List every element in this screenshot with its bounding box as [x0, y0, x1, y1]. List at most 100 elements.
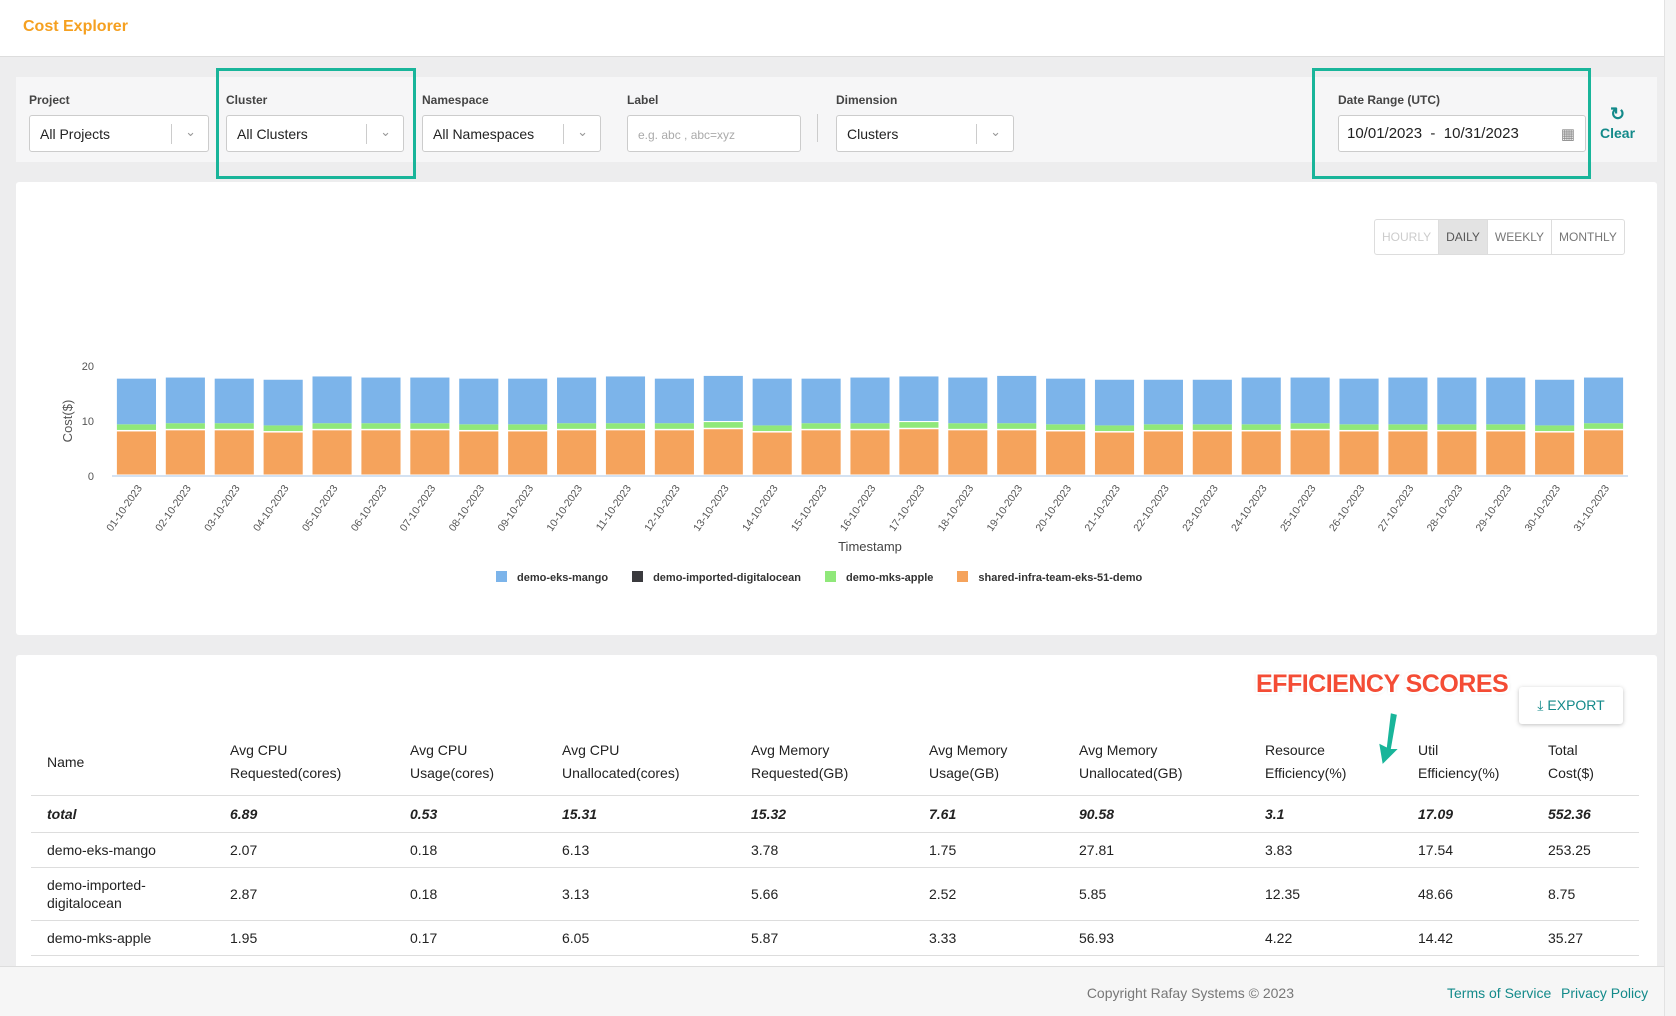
bar-segment — [312, 376, 352, 424]
column-header-line: Usage(GB) — [929, 765, 1000, 781]
bar-segment — [605, 430, 646, 475]
x-tick-label: 05-10-2023 — [300, 483, 341, 534]
column-header: Util Efficiency(%) — [1402, 735, 1532, 796]
legend-item[interactable]: shared-infra-team-eks-51-demo — [957, 571, 1142, 584]
x-tick-label: 14-10-2023 — [740, 483, 781, 534]
bar-segment — [557, 430, 597, 475]
privacy-link[interactable]: Privacy Policy — [1561, 985, 1648, 1001]
legend-item[interactable]: demo-eks-mango — [496, 571, 608, 584]
bar-segment — [1437, 431, 1477, 475]
table-row: demo-mks-apple 1.95 0.17 6.05 5.87 3.33 56.93 4… — [31, 920, 1639, 956]
table-cell: 35.27 — [1532, 920, 1639, 956]
bar-segment — [1437, 424, 1477, 430]
legend-item[interactable]: demo-imported-digitalocean — [632, 571, 801, 584]
legend-label: shared-infra-team-eks-51-demo — [978, 572, 1143, 584]
bar-segment — [361, 430, 401, 475]
table-cell: 48.66 — [1402, 867, 1532, 921]
column-header-line: Util — [1418, 742, 1439, 758]
x-tick-label: 07-10-2023 — [398, 483, 439, 534]
column-header: Avg Memory Unallocated(GB) — [1063, 735, 1249, 796]
table-cell: 3.33 — [913, 920, 1063, 956]
bar-segment — [1535, 379, 1575, 426]
table-cell: 1.75 — [913, 832, 1063, 868]
column-header-line: Usage(cores) — [410, 765, 495, 781]
bar-segment — [654, 423, 694, 429]
legend-item[interactable]: demo-mks-apple — [824, 571, 933, 584]
export-label: EXPORT — [1547, 697, 1605, 713]
x-tick-label: 31-10-2023 — [1571, 483, 1612, 534]
column-header: Total Cost($) — [1532, 735, 1639, 796]
bar-segment — [997, 430, 1037, 475]
column-header-line: Avg Memory — [1079, 742, 1158, 758]
table-cell: 253.25 — [1532, 832, 1639, 868]
bar-segment — [214, 423, 254, 429]
table-cell: 3.83 — [1249, 832, 1402, 868]
x-tick-label: 29-10-2023 — [1474, 483, 1515, 534]
bar-segment — [1046, 431, 1086, 475]
export-button[interactable]: ⤓ EXPORT — [1519, 687, 1623, 724]
download-icon: ⤓ — [1537, 697, 1544, 713]
bar-segment — [165, 430, 205, 475]
bar-segment — [312, 423, 352, 429]
column-header-line: Name — [47, 753, 85, 770]
table-cell: 7.61 — [913, 795, 1063, 833]
bar-segment — [899, 429, 939, 475]
x-tick-label: 08-10-2023 — [447, 483, 488, 534]
y-tick-label: 20 — [82, 361, 94, 373]
bar-segment — [410, 377, 450, 424]
y-tick-label: 10 — [82, 416, 94, 428]
bar-segment — [312, 430, 352, 475]
table-cell: 3.13 — [546, 867, 735, 921]
bar-segment — [1388, 377, 1428, 425]
terms-link[interactable]: Terms of Service — [1447, 985, 1551, 1001]
bar-segment — [703, 375, 743, 421]
bar-segment — [850, 377, 890, 424]
bar-segment — [1143, 431, 1183, 475]
table-cell: 4.22 — [1249, 920, 1402, 956]
bar-segment — [899, 376, 939, 421]
table-cell: demo-imported-digitalocean — [31, 867, 214, 921]
bar-segment — [1192, 431, 1232, 475]
bar-segment — [557, 423, 597, 429]
bar-segment — [1290, 423, 1330, 429]
bar-segment — [801, 378, 841, 424]
x-tick-label: 26-10-2023 — [1327, 483, 1368, 534]
bar-segment — [459, 378, 499, 425]
x-tick-label: 01-10-2023 — [104, 483, 145, 534]
bar-segment — [1094, 432, 1135, 475]
table-cell: 27.81 — [1063, 832, 1249, 868]
table-cell: 5.85 — [1063, 867, 1249, 921]
legend-swatch — [824, 571, 836, 582]
bar-segment — [116, 378, 157, 425]
efficiency-table: Name Avg CPU Requested(cores) Avg CPU Usage(… — [31, 735, 1639, 956]
table-cell: 6.89 — [214, 795, 394, 833]
column-header: Name — [31, 735, 214, 796]
bar-segment — [1241, 431, 1281, 475]
bar-segment — [948, 430, 988, 475]
bar-segment — [1339, 431, 1379, 475]
bar-segment — [1583, 430, 1624, 475]
table-row: demo-eks-mango 2.07 0.18 6.13 3.78 1.75 27.81 3… — [31, 832, 1639, 868]
column-header-line: Efficiency(%) — [1418, 765, 1500, 781]
table-cell: 0.18 — [394, 832, 546, 868]
bar-segment — [508, 431, 548, 475]
copyright: Copyright Rafay Systems © 2023 — [1086, 985, 1294, 1001]
table-cell: 5.66 — [735, 867, 913, 921]
table-cell: 17.09 — [1402, 795, 1532, 833]
table-cell: 2.07 — [214, 832, 394, 868]
chart-legend: demo-eks-mango demo-imported-digitalocean… — [496, 571, 1142, 584]
x-tick-label: 18-10-2023 — [936, 483, 977, 534]
x-tick-label: 28-10-2023 — [1425, 483, 1466, 534]
table-row: demo-imported-digitalocean 2.87 0.18 3.13 5.… — [31, 867, 1639, 921]
column-header: Avg Memory Requested(GB) — [735, 735, 913, 796]
table-cell: 8.75 — [1532, 867, 1639, 921]
bar-segment — [263, 379, 303, 426]
footer: Copyright Rafay Systems © 2023 Terms of … — [0, 966, 1664, 1016]
y-axis-label: Cost($) — [60, 400, 75, 443]
table-cell: 56.93 — [1063, 920, 1249, 956]
bar-segment — [850, 430, 890, 475]
column-header-line: Efficiency(%) — [1265, 765, 1347, 781]
x-tick-label: 30-10-2023 — [1522, 483, 1563, 534]
bar-segment — [116, 431, 157, 475]
x-tick-label: 25-10-2023 — [1278, 483, 1319, 534]
